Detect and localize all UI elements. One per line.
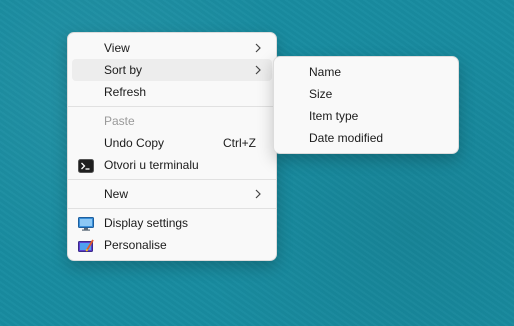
menu-item-label: View (104, 41, 130, 55)
shortcut-label: Ctrl+Z (223, 136, 256, 150)
submenu-item-label: Name (309, 65, 342, 79)
sort-item-date-modified[interactable]: Date modified (278, 127, 454, 149)
menu-separator (68, 179, 276, 180)
menu-item-label: Refresh (104, 85, 147, 99)
menu-item-label: Paste (104, 114, 135, 128)
sort-item-size[interactable]: Size (278, 83, 454, 105)
menu-item-personalise[interactable]: Personalise (72, 234, 272, 256)
sort-item-name[interactable]: Name (278, 61, 454, 83)
terminal-icon (78, 158, 94, 173)
menu-item-label: Display settings (104, 216, 189, 230)
display-icon (78, 216, 94, 231)
menu-item-paste[interactable]: Paste (72, 110, 272, 132)
menu-separator (68, 106, 276, 107)
chevron-right-icon (254, 183, 264, 205)
menu-separator (68, 208, 276, 209)
menu-item-undo-copy[interactable]: Undo Copy Ctrl+Z (72, 132, 272, 154)
menu-item-label: New (104, 187, 129, 201)
sort-by-submenu: Name Size Item type Date modified (273, 56, 459, 154)
menu-item-label: Otvori u terminalu (104, 158, 199, 172)
menu-item-label: Sort by (104, 63, 143, 77)
submenu-item-label: Size (309, 87, 333, 101)
menu-item-open-terminal[interactable]: Otvori u terminalu (72, 154, 272, 176)
menu-item-refresh[interactable]: Refresh (72, 81, 272, 103)
menu-item-label: Undo Copy (104, 136, 165, 150)
sort-item-type[interactable]: Item type (278, 105, 454, 127)
menu-item-display-settings[interactable]: Display settings (72, 212, 272, 234)
chevron-right-icon (254, 59, 264, 81)
chevron-right-icon (254, 37, 264, 59)
menu-item-label: Personalise (104, 238, 167, 252)
menu-item-view[interactable]: View (72, 37, 272, 59)
submenu-item-label: Date modified (309, 131, 384, 145)
menu-item-new[interactable]: New (72, 183, 272, 205)
personalise-icon (78, 238, 94, 252)
submenu-item-label: Item type (309, 109, 359, 123)
menu-item-sort-by[interactable]: Sort by (72, 59, 272, 81)
desktop-context-menu: View Sort by Refresh Paste Undo Copy Ctr… (67, 32, 277, 261)
